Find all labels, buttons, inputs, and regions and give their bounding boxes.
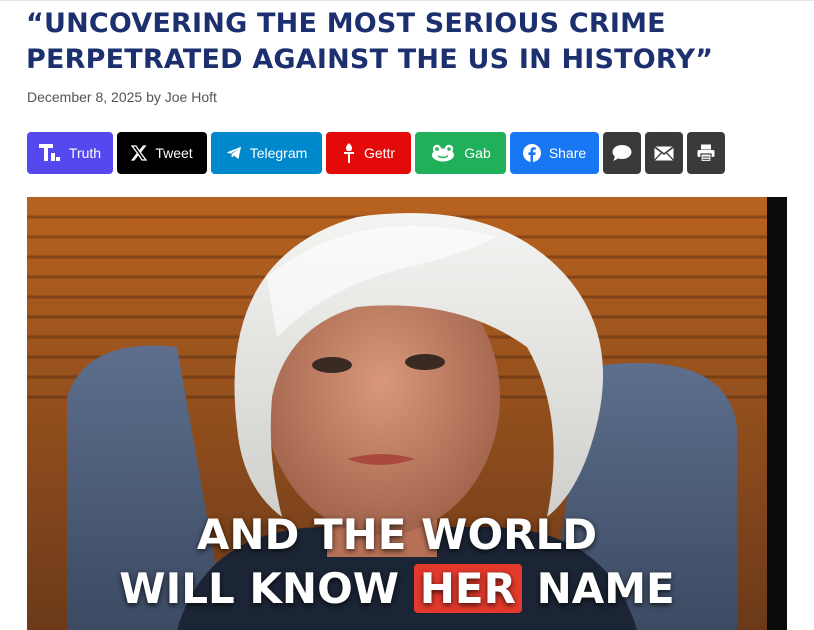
- article-title-line-1: “UNCOVERING THE MOST SERIOUS CRIME: [26, 8, 666, 39]
- facebook-share-button[interactable]: Share: [510, 132, 599, 174]
- telegram-icon: [226, 146, 242, 160]
- article-meta: December 8, 2025 by Joe Hoft: [27, 88, 217, 106]
- gettr-icon: [342, 142, 356, 164]
- article-title: “UNCOVERING THE MOST SERIOUS CRIME PERPE…: [26, 6, 806, 78]
- article-title-line-2: PERPETRATED AGAINST THE US IN HISTORY”: [26, 44, 714, 75]
- facebook-icon: [522, 144, 541, 162]
- hero-caption-line-1: AND THE WORLD: [196, 510, 598, 559]
- gettr-share-button[interactable]: Gettr: [326, 132, 411, 174]
- top-divider: [0, 0, 814, 1]
- caption-highlight: HER: [413, 564, 522, 613]
- gettr-label: Gettr: [363, 145, 396, 161]
- hero-caption-line-2: WILL KNOW HER NAME: [27, 563, 767, 615]
- gab-share-button[interactable]: Gab: [415, 132, 506, 174]
- truth-social-icon: [38, 143, 61, 163]
- email-share-button[interactable]: [645, 132, 683, 174]
- author-link[interactable]: Joe Hoft: [165, 89, 217, 105]
- envelope-icon: [654, 145, 674, 161]
- printer-icon: [697, 144, 715, 162]
- telegram-share-button[interactable]: Telegram: [211, 132, 322, 174]
- hero-video-thumbnail[interactable]: AND THE WORLD WILL KNOW HER NAME: [27, 197, 787, 630]
- gab-label: Gab: [464, 145, 491, 161]
- caption-text-post: NAME: [536, 564, 675, 613]
- gab-frog-icon: [430, 144, 456, 162]
- tweet-share-button[interactable]: Tweet: [117, 132, 207, 174]
- caption-text-pre: WILL KNOW: [119, 564, 400, 613]
- x-icon: [131, 145, 148, 161]
- article-date: December 8, 2025: [27, 89, 143, 105]
- byline-prefix: by: [146, 89, 161, 105]
- truth-label: Truth: [68, 145, 102, 161]
- print-button[interactable]: [687, 132, 725, 174]
- telegram-label: Telegram: [249, 145, 308, 161]
- speech-bubble-icon: [612, 144, 632, 162]
- truth-share-button[interactable]: Truth: [27, 132, 113, 174]
- facebook-share-label: Share: [548, 145, 587, 161]
- tweet-label: Tweet: [155, 145, 193, 161]
- sms-share-button[interactable]: [603, 132, 641, 174]
